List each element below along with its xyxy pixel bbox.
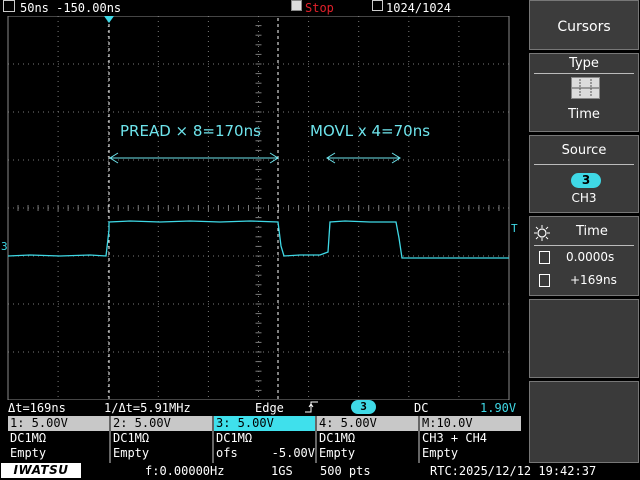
bottom-bar: IWATSU f:0.00000Hz 1GS 500 pts RTC:2025/…	[0, 463, 640, 480]
math-expression: CH3 + CH4	[422, 431, 488, 445]
ch4-scale: 4: 5.00V	[317, 416, 418, 431]
type-softkey[interactable]: Type Time	[529, 53, 639, 132]
ch3-scale: 3: 5.00V	[214, 416, 315, 431]
cursor-readout-row: Δt=169ns 1/Δt=5.91MHz Edge 3 DC 1.90V	[0, 400, 527, 416]
type-label: Type	[569, 56, 599, 71]
ch3-offset-label: ofs	[216, 446, 238, 460]
ch4-coupling: DC1MΩ	[319, 431, 356, 445]
ch3-settings[interactable]: 3: 5.00V DC1MΩ ofs -5.00V	[214, 416, 315, 463]
sample-rate: 1GS	[271, 464, 293, 478]
timebase-readout: 50ns -150.00ns	[20, 1, 122, 15]
cursor-1-value: 0.0000s	[566, 250, 615, 264]
status-bar: 50ns -150.00ns Stop 1024/1024	[0, 0, 527, 16]
ch3-offset-row: ofs -5.00V	[214, 446, 315, 461]
empty-softkey-5[interactable]	[529, 299, 639, 378]
menu-title: Cursors	[557, 19, 611, 35]
ch1-status: Empty	[10, 446, 47, 460]
empty-softkey-6[interactable]	[529, 381, 639, 463]
trigger-coupling: DC	[414, 401, 429, 415]
real-time-clock: RTC:2025/12/12 19:42:37	[430, 464, 597, 478]
ch1-settings[interactable]: 1: 5.00V DC1MΩ Empty	[8, 416, 109, 463]
math-status: Empty	[422, 446, 459, 460]
run-state: Stop	[305, 1, 334, 15]
ch3-coupling: DC1MΩ	[216, 431, 253, 445]
pread-arrow	[109, 152, 279, 164]
delta-t-readout: Δt=169ns	[8, 401, 66, 415]
trigger-channel-badge: 3	[351, 400, 376, 414]
cursor-time-softkey[interactable]: Time 0.0000s +169ns	[529, 216, 639, 296]
time-label: Time	[576, 224, 608, 239]
divider	[534, 245, 634, 246]
memory-readout: 1024/1024	[386, 1, 452, 15]
menu-title-panel: Cursors	[529, 0, 639, 50]
divider	[534, 73, 634, 74]
ch2-status: Empty	[113, 446, 150, 460]
rising-edge-icon	[305, 401, 318, 413]
inverse-delta-t-readout: 1/Δt=5.91MHz	[104, 401, 191, 415]
stop-icon	[291, 0, 302, 11]
source-channel-badge: 3	[571, 173, 601, 188]
divider	[534, 164, 634, 165]
timebase-icon	[3, 0, 15, 12]
type-value: Time	[568, 107, 600, 122]
math-settings[interactable]: M:10.0V CH3 + CH4 Empty	[420, 416, 521, 463]
math-scale: M:10.0V	[420, 416, 521, 431]
ch3-offset-value: -5.00V	[271, 446, 315, 460]
source-softkey[interactable]: Source 3 CH3	[529, 135, 639, 213]
source-value: CH3	[571, 191, 597, 205]
movl-arrow	[326, 152, 401, 164]
time-cursor-type-icon	[571, 77, 600, 99]
side-menu: Cursors Type Time Source 3 CH3 Time 0.00…	[527, 0, 640, 463]
ch1-scale: 1: 5.00V	[8, 416, 109, 431]
cursor-2-value: +169ns	[570, 273, 617, 287]
ch2-settings[interactable]: 2: 5.00V DC1MΩ Empty	[111, 416, 212, 463]
movl-annotation: MOVL x 4=70ns	[310, 122, 430, 140]
adjust-knob-icon	[534, 225, 550, 241]
pread-annotation: PREAD × 8=170ns	[120, 122, 261, 140]
waveform-display[interactable]: PREAD × 8=170ns MOVL x 4=70ns 3 T	[0, 16, 527, 400]
ch4-settings[interactable]: 4: 5.00V DC1MΩ Empty	[317, 416, 418, 463]
ch4-status: Empty	[319, 446, 356, 460]
frequency-counter: f:0.00000Hz	[145, 464, 225, 478]
record-length: 500 pts	[320, 464, 371, 478]
ch2-scale: 2: 5.00V	[111, 416, 212, 431]
cursor-2-icon	[539, 274, 550, 287]
ch1-coupling: DC1MΩ	[10, 431, 47, 445]
iwatsu-logo: IWATSU	[1, 463, 81, 478]
trigger-level: 1.90V	[480, 401, 517, 415]
graticule	[7, 16, 510, 400]
source-label: Source	[561, 143, 607, 158]
trigger-position-icon	[104, 16, 114, 23]
trigger-type: Edge	[255, 401, 284, 415]
ch3-ground-marker: 3	[1, 240, 8, 253]
ch2-coupling: DC1MΩ	[113, 431, 150, 445]
memory-icon	[372, 0, 383, 11]
trigger-level-marker: T	[511, 222, 518, 235]
cursor-1-icon	[539, 251, 550, 264]
